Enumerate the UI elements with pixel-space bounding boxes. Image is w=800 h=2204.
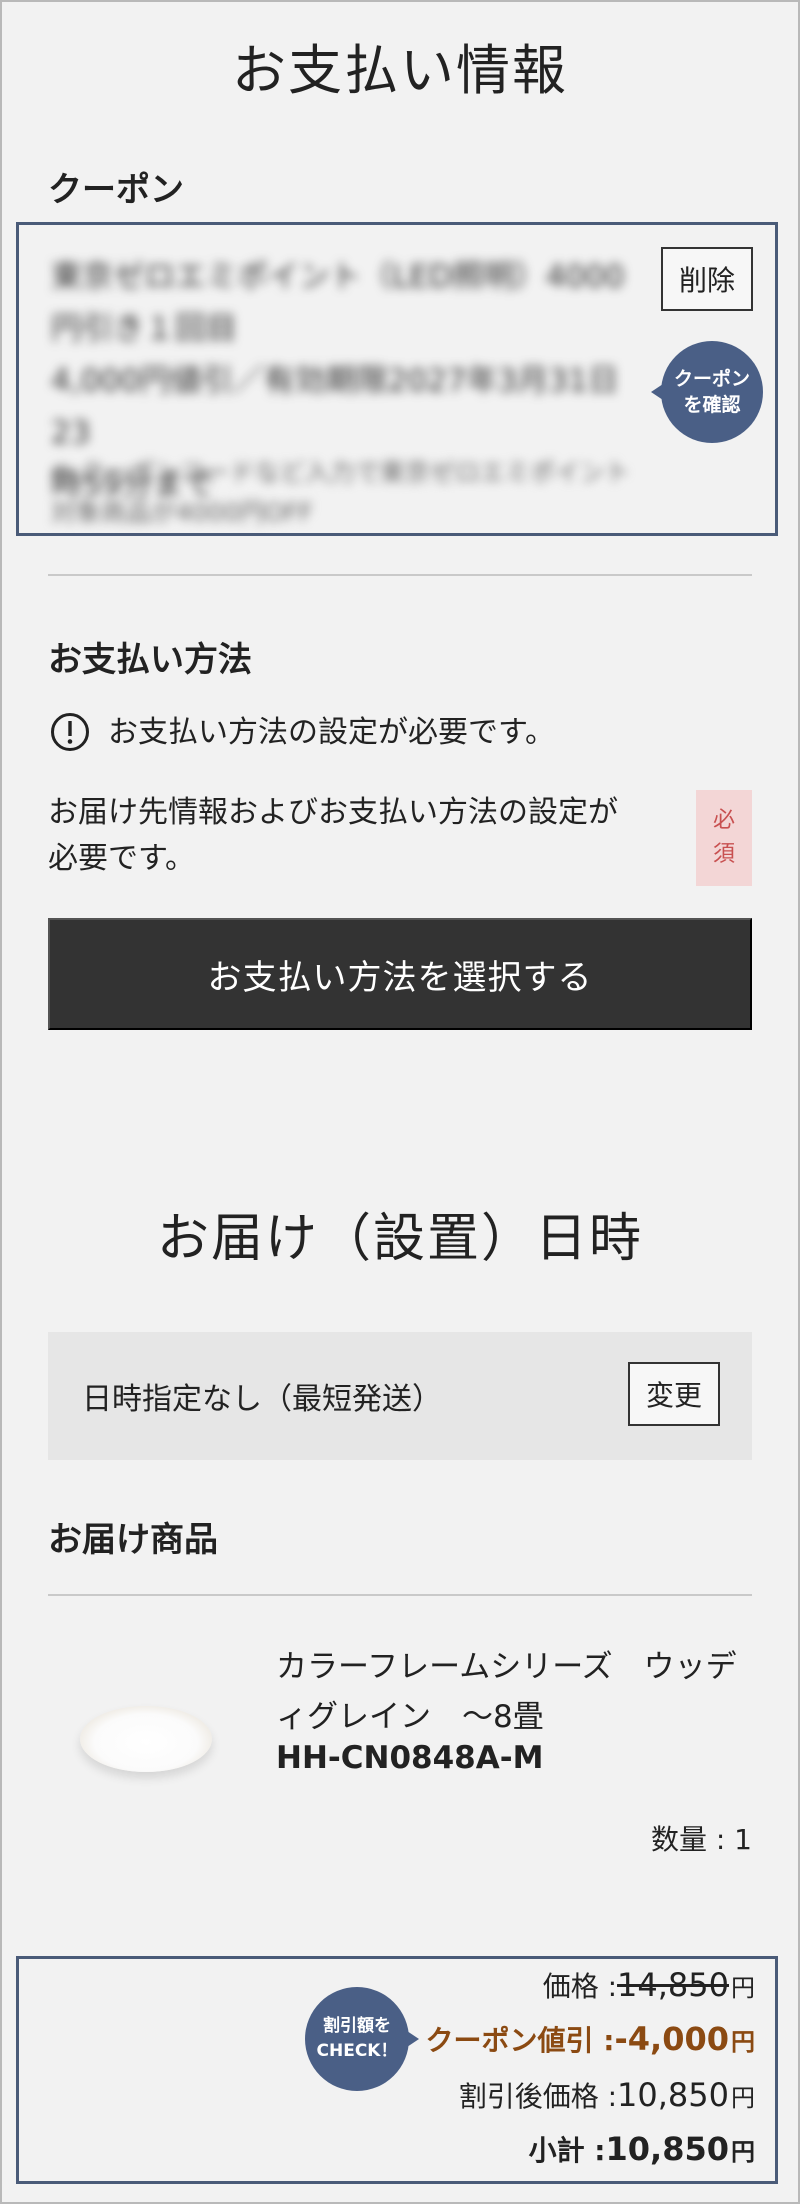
required-badge-char: 必 (712, 808, 735, 833)
subtotal-value: 10,850 (605, 2130, 729, 2168)
items-heading: お届け商品 (48, 1520, 218, 1560)
subtotal-row: 小計 : 10,850 円 (529, 2129, 755, 2169)
payment-alert-text: お支払い方法の設定が必要です。 (108, 715, 555, 750)
required-badge-char: 須 (712, 842, 735, 867)
discount-check-badge: 割引額を CHECK！ (305, 1987, 419, 2091)
product-name-line: カラーフレームシリーズ ウッデ (276, 1649, 737, 1685)
yen-unit: 円 (731, 2138, 755, 2166)
subtotal-label: 小計 : (528, 2134, 606, 2167)
product-quantity: 数量 : 1 (650, 1823, 752, 1856)
after-discount-value: 10,850 (617, 2076, 729, 2114)
after-discount-label: 割引後価格 : (458, 2080, 618, 2113)
delivery-change-button[interactable]: 変更 (628, 1362, 720, 1426)
coupon-delete-button[interactable]: 削除 (661, 247, 753, 311)
price-value: 14,850 (617, 1966, 729, 2004)
coupon-check-badge-line: を確認 (683, 394, 741, 416)
payment-heading: お支払い方法 (48, 640, 252, 680)
after-discount-row: 割引後価格 : 10,850 円 (459, 2075, 755, 2115)
yen-unit: 円 (731, 1974, 755, 2002)
delivery-date-box: 日時指定なし（最短発送） 変更 (48, 1332, 752, 1460)
yen-unit: 円 (731, 2028, 755, 2056)
items-divider (48, 1594, 752, 1596)
price-label: 価格 : (542, 1970, 618, 2003)
discount-check-badge-line: CHECK！ (316, 2041, 398, 2061)
coupon-check-badge-line: クーポン (673, 368, 750, 390)
coupon-discount-value: -4,000 (614, 2020, 730, 2058)
discount-check-badge-line: 割引額を (323, 2016, 391, 2036)
required-badge: 必 須 (696, 790, 752, 886)
delivery-heading: お届け（設置）日時 (156, 1209, 643, 1269)
product-name[interactable]: カラーフレームシリーズ ウッデ ィグレイン ～8畳 (276, 1642, 752, 1742)
price-row: 価格 : 14,850 円 (543, 1965, 755, 2005)
yen-unit: 円 (731, 2084, 755, 2112)
coupon-note-line: ※ クーポンコードなど入力で東京ゼロエミポイント (51, 458, 630, 487)
coupon-discount-label: クーポン値引 : (425, 2024, 615, 2057)
section-divider (48, 574, 752, 576)
payment-info-text: お届け先情報およびお支払い方法の設定が 必要です。 (48, 790, 678, 882)
coupon-card: 東京ゼロエミポイント（LED照明）4000 円引き１回目 4,000円値引／有効… (16, 222, 778, 536)
product-model: HH-CN0848A-M (276, 1740, 544, 1776)
payment-info-line: 必要です。 (48, 841, 195, 876)
coupon-discount-row: クーポン値引 : -4,000 円 (426, 2019, 755, 2059)
coupon-check-badge[interactable]: クーポン を確認 (651, 341, 763, 443)
coupon-heading: クーポン (48, 170, 184, 210)
delivery-date-text: 日時指定なし（最短発送） (82, 1382, 442, 1417)
select-payment-button[interactable]: お支払い方法を選択する (48, 918, 752, 1030)
price-summary: 割引額を CHECK！ .price-box .circle-badge::be… (16, 1956, 778, 2184)
coupon-note: ※ クーポンコードなど入力で東京ゼロエミポイント 対象商品が4000円OFF (51, 453, 651, 533)
product-image[interactable] (80, 1706, 212, 1772)
coupon-name-line: 東京ゼロエミポイント（LED照明）4000 (51, 259, 625, 295)
coupon-name-line: 4,000円値引／有効期限2027年3月31日 23 (51, 363, 619, 451)
page-title: お支払い情報 (232, 39, 568, 102)
payment-info-line: お届け先情報およびお支払い方法の設定が (48, 795, 618, 830)
coupon-note-line: 対象商品が4000円OFF (51, 498, 314, 527)
coupon-name-line: 円引き１回目 (51, 311, 237, 347)
exclamation-circle-icon (50, 712, 90, 752)
product-name-line: ィグレイン ～8畳 (276, 1699, 544, 1735)
